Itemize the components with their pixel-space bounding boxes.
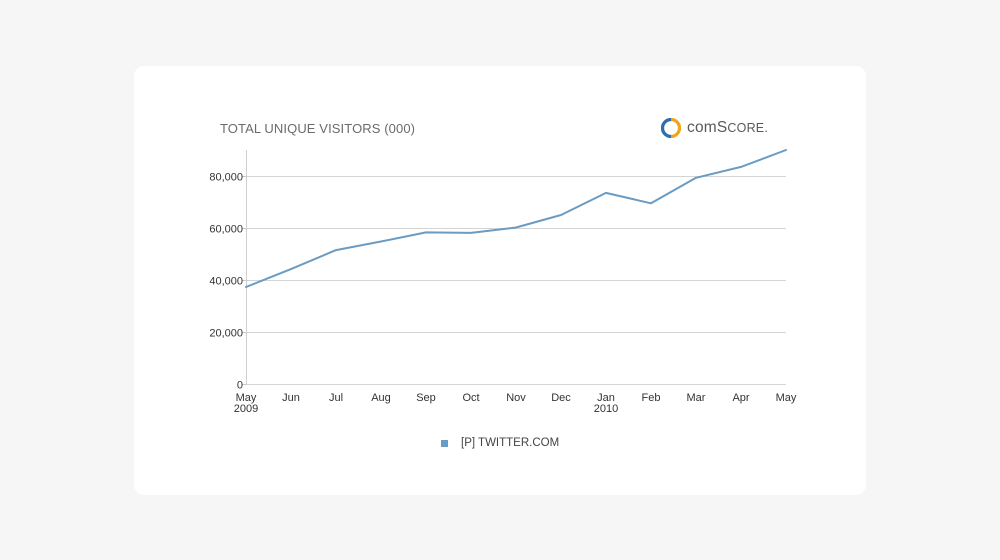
y-tick-label: 80,000 <box>209 172 243 184</box>
x-tick-sublabel: 2010 <box>594 403 618 415</box>
x-tick-sublabel: 2009 <box>234 403 258 415</box>
x-tick-label: Aug <box>371 392 391 404</box>
series-line <box>245 149 787 288</box>
x-tick-label: Jun <box>282 392 300 404</box>
legend-label: [P] TWITTER.COM <box>461 437 560 449</box>
legend-swatch <box>441 439 448 447</box>
y-tick-label: 20,000 <box>209 328 243 340</box>
x-tick-label: Dec <box>551 392 571 404</box>
x-tick-label: Feb <box>642 392 661 404</box>
y-tick-label: 40,000 <box>209 276 243 288</box>
y-tick-label: 60,000 <box>209 224 243 236</box>
x-tick-label: Oct <box>462 392 479 404</box>
x-tick-label: Apr <box>732 392 749 404</box>
x-tick-label: Sep <box>416 392 436 404</box>
x-tick-label: Mar <box>687 392 706 404</box>
x-tick-label: Nov <box>506 392 526 404</box>
line-chart: 0 20,000 40,000 60,000 80,000 May 2009 Jun Jul A… <box>209 149 797 415</box>
chart-legend: [P] TWITTER.COM <box>441 437 559 449</box>
y-tick-label: 0 <box>237 380 243 392</box>
x-tick-label: Jul <box>329 392 343 404</box>
x-tick-label: May <box>776 392 797 404</box>
